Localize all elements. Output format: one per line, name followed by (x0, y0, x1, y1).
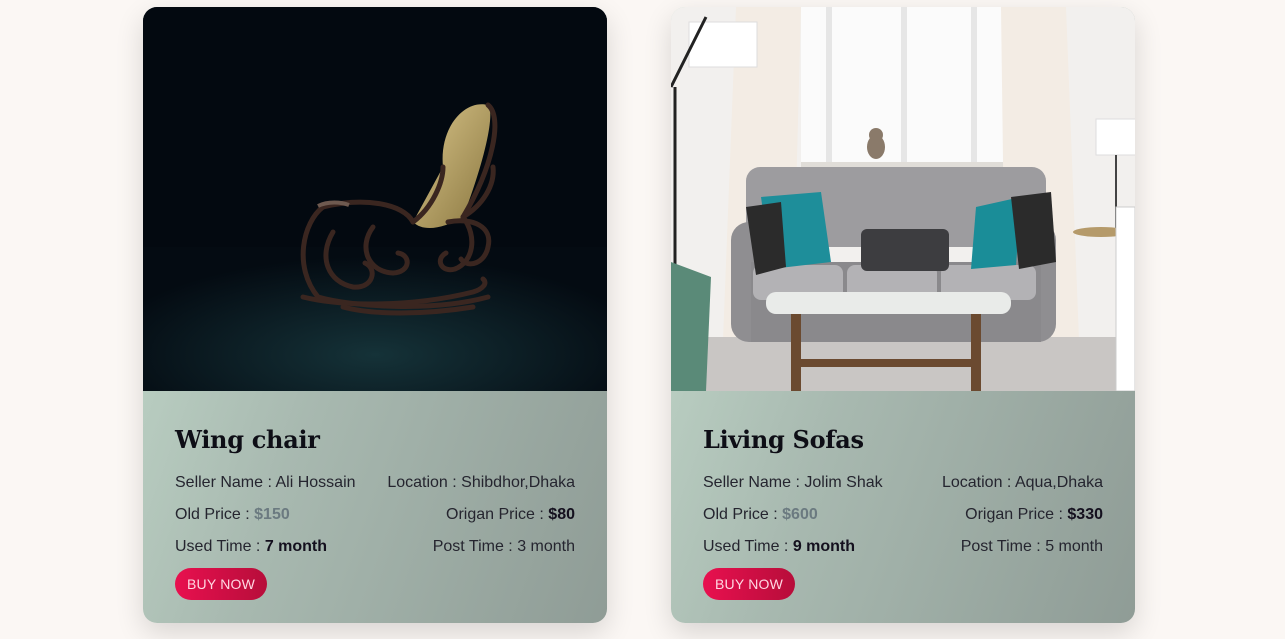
post-time-label: Post Time : (960, 538, 1046, 555)
post-time-value: 3 month (517, 538, 575, 555)
seller-name: Ali Hossain (275, 474, 356, 491)
product-info: Living Sofas Seller Name : Jolim Shak Lo… (671, 391, 1135, 600)
product-info: Wing chair Seller Name : Ali Hossain Loc… (143, 391, 607, 600)
origin-price-field: Origan Price : $330 (965, 506, 1103, 524)
origin-price-label: Origan Price : (446, 506, 549, 523)
used-time-label: Used Time : (175, 538, 265, 555)
seller-field: Seller Name : Jolim Shak (703, 474, 883, 492)
used-time-label: Used Time : (703, 538, 793, 555)
seller-name: Jolim Shak (804, 474, 883, 491)
old-price-field: Old Price : $150 (175, 506, 290, 524)
old-price-label: Old Price : (703, 506, 783, 523)
post-time-field: Post Time : 5 month (961, 538, 1103, 556)
buy-now-button[interactable]: BUY NOW (175, 568, 268, 600)
used-time-field: Used Time : 9 month (703, 538, 855, 556)
location-value: Aqua,Dhaka (1014, 474, 1103, 491)
product-grid: Wing chair Seller Name : Ali Hossain Loc… (143, 7, 1135, 623)
time-row: Used Time : 9 month Post Time : 5 month (703, 531, 1103, 563)
origin-price-field: Origan Price : $80 (446, 506, 575, 524)
seller-label: Seller Name : (175, 474, 276, 491)
seller-location-row: Seller Name : Ali Hossain Location : Shi… (175, 467, 575, 499)
product-title: Living Sofas (703, 425, 864, 454)
old-price-field: Old Price : $600 (703, 506, 818, 524)
location-label: Location : (387, 474, 462, 491)
seller-field: Seller Name : Ali Hossain (175, 474, 356, 492)
used-time-field: Used Time : 7 month (175, 538, 327, 556)
old-price-label: Old Price : (175, 506, 255, 523)
product-title: Wing chair (175, 425, 320, 454)
price-row: Old Price : $600 Origan Price : $330 (703, 499, 1103, 531)
price-row: Old Price : $150 Origan Price : $80 (175, 499, 575, 531)
origin-price-value: $80 (548, 506, 575, 523)
rocking-chair-photo (143, 7, 607, 391)
living-room-sofa-photo (671, 7, 1135, 391)
used-time-value: 7 month (264, 538, 328, 555)
buy-now-button[interactable]: BUY NOW (703, 568, 796, 600)
time-row: Used Time : 7 month Post Time : 3 month (175, 531, 575, 563)
location-field: Location : Shibdhor,Dhaka (387, 474, 575, 492)
origin-price-label: Origan Price : (965, 506, 1068, 523)
location-label: Location : (941, 474, 1015, 491)
origin-price-value: $330 (1067, 506, 1103, 523)
used-time-value: 9 month (792, 538, 856, 555)
post-time-field: Post Time : 3 month (433, 538, 575, 556)
location-field: Location : Aqua,Dhaka (942, 474, 1103, 492)
post-time-value: 5 month (1045, 538, 1103, 555)
post-time-label: Post Time : (432, 538, 518, 555)
old-price-value: $150 (254, 506, 290, 523)
location-value: Shibdhor,Dhaka (461, 474, 575, 491)
old-price-value: $600 (782, 506, 818, 523)
seller-location-row: Seller Name : Jolim Shak Location : Aqua… (703, 467, 1103, 499)
product-card: Living Sofas Seller Name : Jolim Shak Lo… (671, 7, 1135, 623)
product-card: Wing chair Seller Name : Ali Hossain Loc… (143, 7, 607, 623)
seller-label: Seller Name : (703, 474, 805, 491)
